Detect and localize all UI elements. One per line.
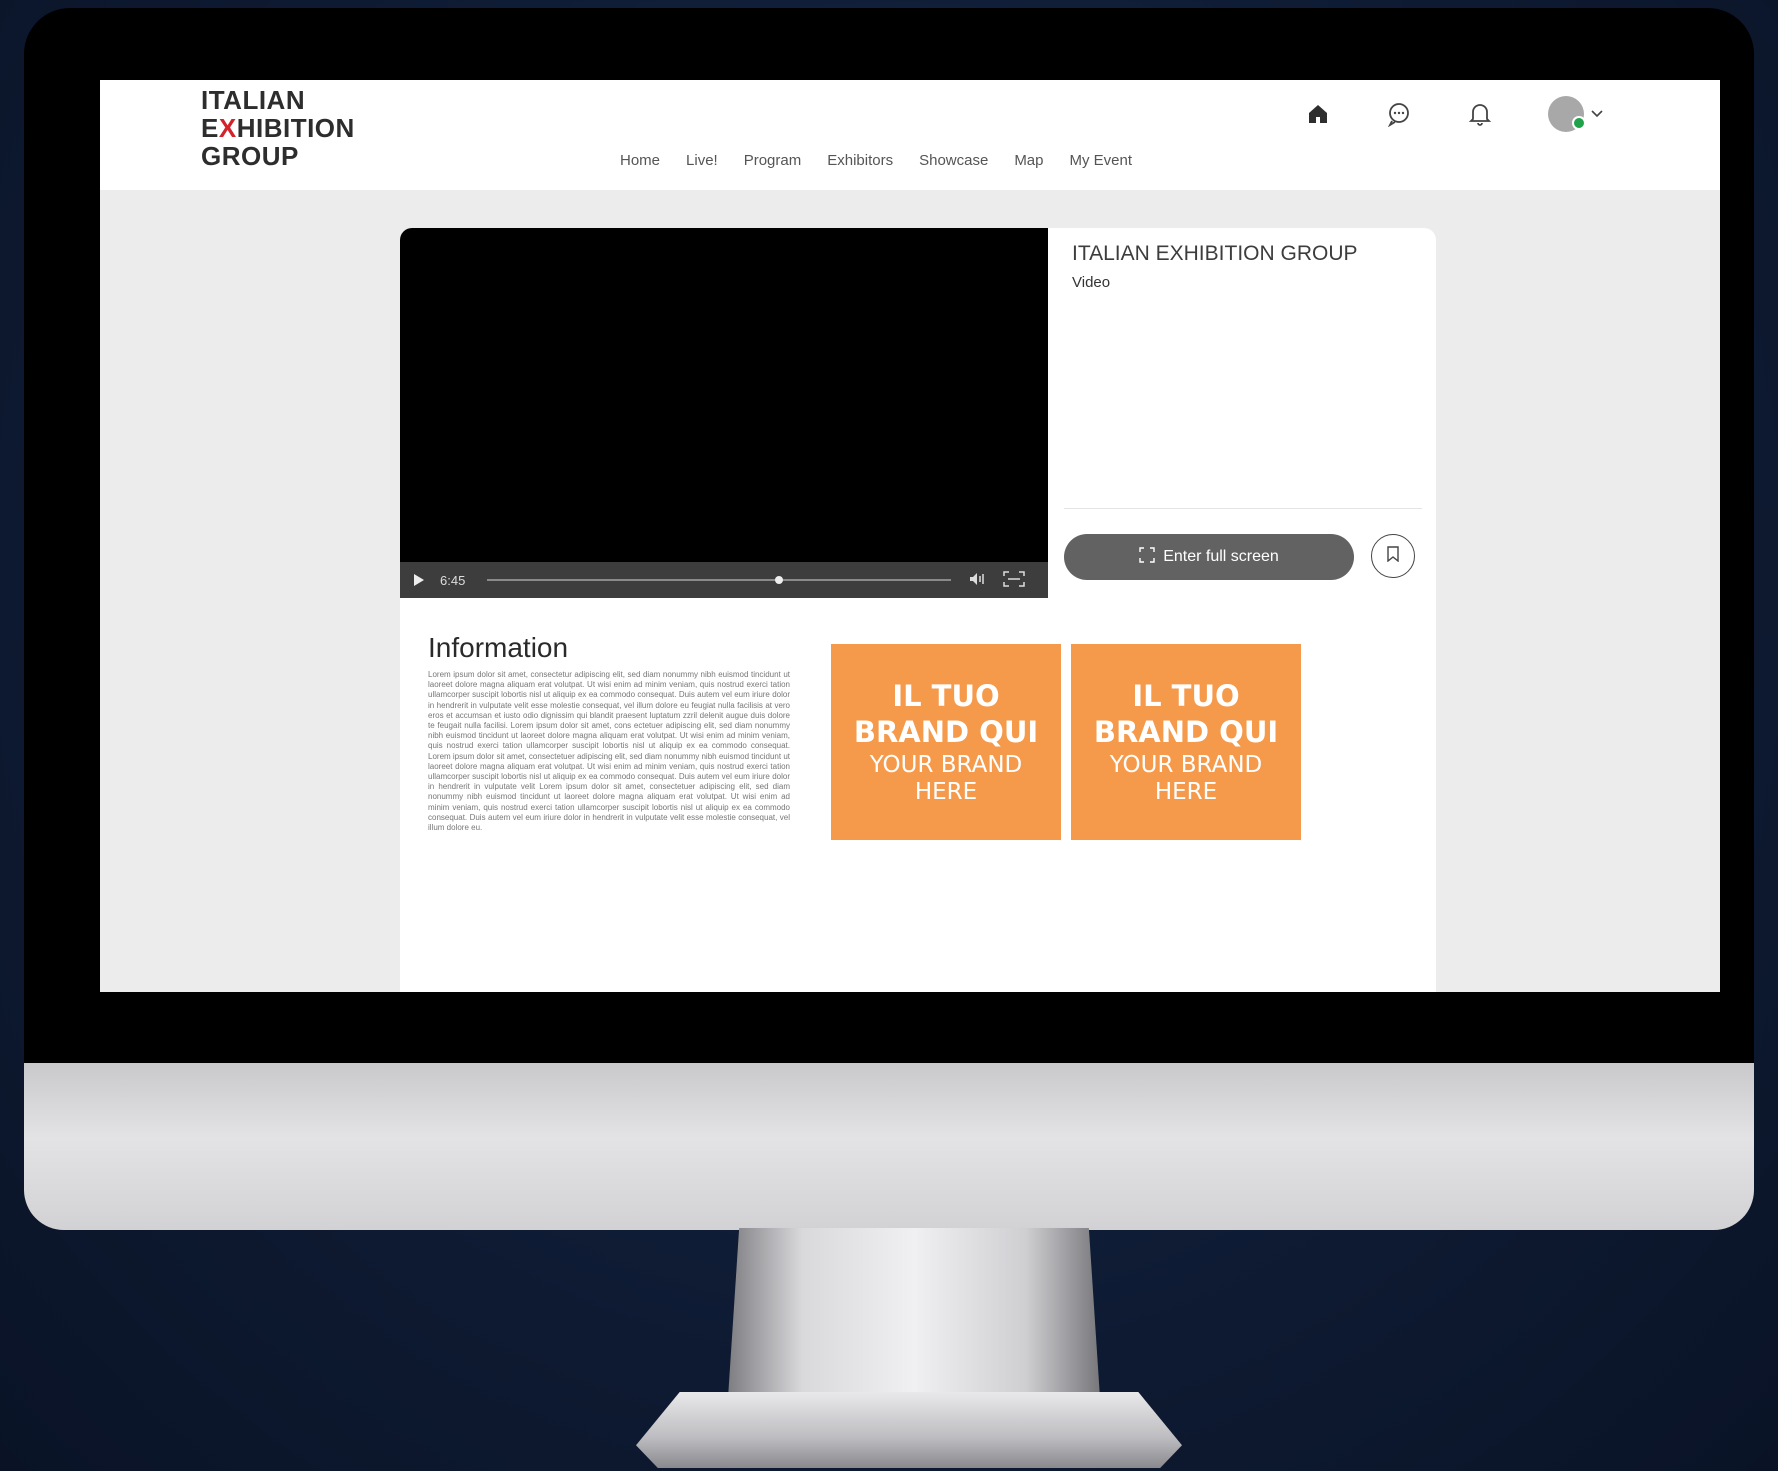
video-player[interactable]: 6:45 [400, 228, 1048, 598]
enter-fullscreen-button[interactable]: Enter full screen [1064, 534, 1354, 580]
brand-tile-subtitle: YOUR BRAND HERE [1071, 752, 1301, 806]
header: ITALIAN EXHIBITION GROUP Home Live! Prog… [100, 80, 1720, 190]
avatar [1548, 96, 1586, 132]
chevron-down-icon [1590, 109, 1604, 119]
fullscreen-icon[interactable] [1003, 570, 1026, 590]
online-status-dot [1572, 116, 1586, 130]
brand-tile-line-3: YOUR BRAND [869, 752, 1023, 778]
logo-x: X [218, 113, 237, 143]
brand-tile-line-1: IL TUO [1132, 679, 1240, 713]
brand-tile-title: IL TUO BRAND QUI [831, 678, 1061, 750]
video-controls: 6:45 [400, 562, 1048, 598]
bell-icon[interactable] [1468, 101, 1492, 127]
brand-tile-line-1: IL TUO [892, 679, 1000, 713]
nav-exhibitors[interactable]: Exhibitors [827, 152, 893, 169]
logo-line-1: ITALIAN [201, 85, 306, 115]
nav-home[interactable]: Home [620, 152, 660, 169]
brand-placeholder-tile[interactable]: IL TUO BRAND QUI YOUR BRAND HERE [1071, 644, 1301, 840]
enter-fullscreen-label: Enter full screen [1163, 548, 1279, 565]
video-owner-title: ITALIAN EXHIBITION GROUP [1072, 242, 1358, 265]
chat-icon[interactable] [1386, 101, 1412, 127]
information-body: Lorem ipsum dolor sit amet, consectetur … [428, 670, 790, 833]
nav-my-event[interactable]: My Event [1070, 152, 1133, 169]
divider [1064, 508, 1422, 509]
logo-line-3: GROUP [201, 141, 299, 171]
nav-showcase[interactable]: Showcase [919, 152, 988, 169]
play-icon[interactable] [414, 574, 424, 586]
nav-program[interactable]: Program [744, 152, 802, 169]
progress-knob[interactable] [774, 576, 783, 584]
content-card: 6:45 ITALIAN EXHIBITION GROUP Video Ente… [400, 228, 1436, 992]
user-menu[interactable] [1548, 96, 1604, 132]
brand-placeholder-tile[interactable]: IL TUO BRAND QUI YOUR BRAND HERE [831, 644, 1061, 840]
video-type-label: Video [1072, 274, 1111, 291]
main-nav: Home Live! Program Exhibitors Showcase M… [620, 152, 1132, 169]
video-info-panel: ITALIAN EXHIBITION GROUP Video [1072, 242, 1422, 291]
expand-icon [1139, 546, 1155, 568]
nav-live[interactable]: Live! [686, 152, 718, 169]
header-actions [1306, 96, 1604, 132]
information-heading: Information [428, 632, 569, 663]
bookmark-icon [1386, 545, 1400, 567]
home-icon[interactable] [1306, 102, 1330, 126]
brand-tile-line-2: BRAND QUI [853, 715, 1039, 749]
brand-tile-line-3: YOUR BRAND [1109, 752, 1263, 778]
logo-hibition: HIBITION [236, 113, 355, 143]
volume-icon[interactable] [969, 572, 987, 589]
screen: ITALIAN EXHIBITION GROUP Home Live! Prog… [100, 80, 1720, 992]
monitor-chin [24, 1063, 1754, 1230]
brand-tile-line-2: BRAND QUI [1093, 715, 1279, 749]
nav-map[interactable]: Map [1014, 152, 1043, 169]
video-progress-bar[interactable] [487, 576, 952, 584]
brand-tile-line-4: HERE [914, 779, 978, 805]
brand-tile-line-4: HERE [1154, 779, 1218, 805]
video-time: 6:45 [440, 572, 466, 588]
logo[interactable]: ITALIAN EXHIBITION GROUP [201, 86, 355, 170]
monitor-stand [728, 1228, 1100, 1398]
bookmark-button[interactable] [1371, 534, 1415, 578]
brand-tile-subtitle: YOUR BRAND HERE [831, 752, 1061, 806]
logo-e: E [201, 113, 219, 143]
monitor-foot [636, 1392, 1182, 1468]
brand-tile-title: IL TUO BRAND QUI [1071, 678, 1301, 750]
logo-line-2: EXHIBITION [201, 114, 355, 142]
